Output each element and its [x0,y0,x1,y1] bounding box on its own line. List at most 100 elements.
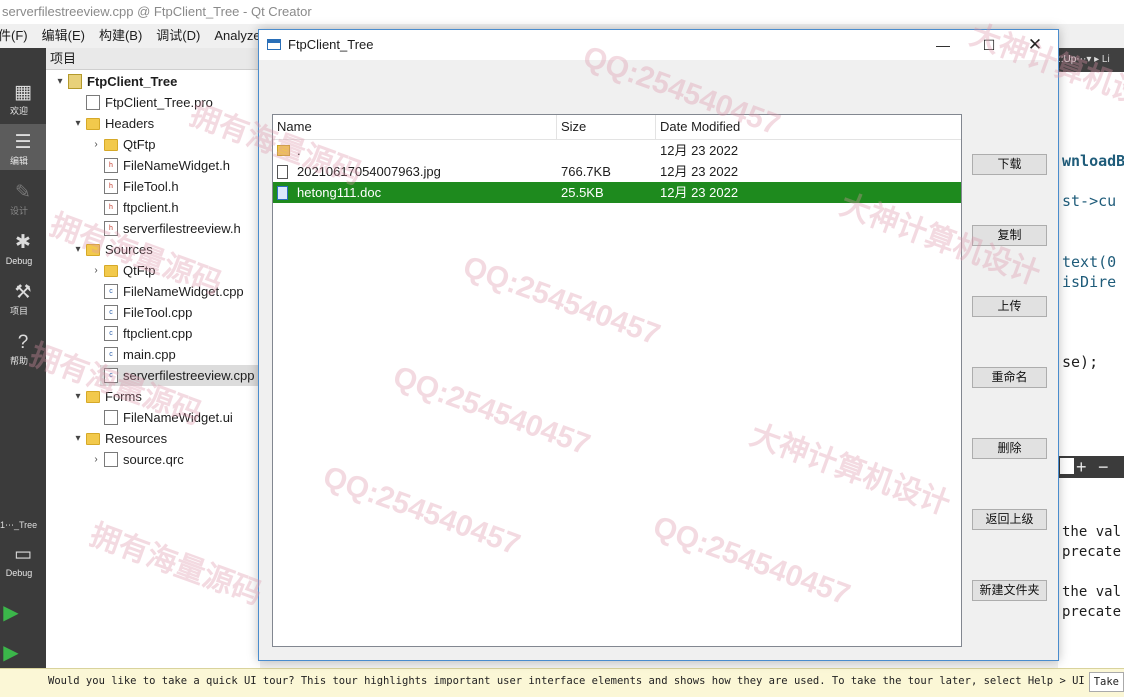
project-tree-item[interactable]: h serverfilestreeview.h [46,218,260,239]
ftp-client-dialog: FtpClient_Tree — ☐ ✕ Name Size Date Modi… [258,29,1059,661]
code-line: text(0 [1062,253,1117,271]
add-icon[interactable]: + [1076,456,1087,478]
collapsed-arrow-icon[interactable]: › [90,449,102,470]
project-tree-item[interactable]: c FileNameWidget.cpp [46,281,260,302]
download-button[interactable]: 下载 [972,154,1047,175]
file-list-header: Name Size Date Modified [273,115,961,140]
menu-build[interactable]: 构建(B) [99,24,142,48]
debug-play-icon: ▶ [3,642,19,664]
file-row[interactable]: 20210617054007963.jpg 766.7KB 12月 23 2022 [273,161,961,182]
file-size: 25.5KB [561,185,604,200]
remove-icon[interactable]: − [1098,456,1109,478]
project-tree-item[interactable]: FtpClient_Tree.pro [46,92,260,113]
new-folder-button[interactable]: 新建文件夹 [972,580,1047,601]
project-tree-item[interactable]: ▾ Resources [46,428,260,449]
project-tree-item[interactable]: h ftpclient.h [46,197,260,218]
project-tree-item-label: FtpClient_Tree [87,74,178,89]
project-tree-item-label: Resources [105,431,168,446]
expand-arrow-icon[interactable]: ▾ [72,239,84,260]
close-button[interactable]: ✕ [1012,30,1058,60]
cpp-file-icon: c [104,368,118,384]
code-line: se); [1062,353,1099,371]
ui-tour-message: Would you like to take a quick UI tour? … [48,675,1123,687]
server-file-list[interactable]: Name Size Date Modified . 12月 23 2022 2021… [272,114,962,647]
collapsed-arrow-icon[interactable]: › [90,260,102,281]
mode-edit[interactable]: ☰ 编辑 [0,124,46,170]
project-tree-item-label: ftpclient.cpp [123,326,193,341]
column-header-size[interactable]: Size [557,115,656,139]
project-tree-item-label: QtFtp [123,263,156,278]
kit-selector[interactable]: ▭ Debug [0,536,46,582]
rename-button[interactable]: 重命名 [972,367,1047,388]
menu-analyze[interactable]: Analyze [214,24,260,48]
minimize-button[interactable]: — [920,30,966,60]
project-tree-item[interactable]: h FileTool.h [46,176,260,197]
project-tree-item[interactable]: ▾ Sources [46,239,260,260]
expand-arrow-icon[interactable]: ▾ [72,428,84,449]
expand-arrow-icon[interactable]: ▾ [72,113,84,134]
debug-run-button[interactable]: ▶ [0,640,22,665]
project-tree-item[interactable]: c main.cpp [46,344,260,365]
take-tour-button[interactable]: Take [1088,672,1124,692]
mode-design[interactable]: ✎ 设计 [0,174,46,220]
project-tree-item[interactable]: ▾ Headers [46,113,260,134]
upload-button[interactable]: 上传 [972,296,1047,317]
file-icon [277,164,288,179]
menu-debug[interactable]: 调试(D) [156,24,200,48]
file-row[interactable]: . 12月 23 2022 [273,140,961,161]
project-tree-item[interactable]: ▾ Forms [46,386,260,407]
run-button[interactable]: ▶ [0,600,22,625]
close-icon: ✕ [1027,35,1043,54]
filter-box[interactable] [1060,458,1074,474]
kit-name: 1⋯_Tree [0,520,38,530]
expand-arrow-icon[interactable]: ▾ [54,71,66,92]
editor-symbol-selector[interactable]: ::Up⋯▾ ▸ Li [1058,54,1110,65]
issue-line: precate [1062,544,1122,560]
editor-tab-bar: ::Up⋯▾ ▸ Li [1058,48,1124,72]
project-tree-item[interactable]: c serverfilestreeview.cpp [100,365,260,386]
mode-help[interactable]: ? 帮助 [0,324,46,370]
project-tree-item[interactable]: h FileNameWidget.h [46,155,260,176]
menu-edit[interactable]: 编辑(E) [42,24,85,48]
code-editor[interactable] [1058,48,1124,448]
project-tree-item-label: FileNameWidget.cpp [123,284,244,299]
column-header-date[interactable]: Date Modified [656,115,961,139]
mode-projects[interactable]: ⚒ 项目 [0,274,46,320]
project-tree-item[interactable]: › QtFtp [46,134,260,155]
project-tree-item[interactable]: FileNameWidget.ui [46,407,260,428]
project-tree-item-label: serverfilestreeview.cpp [123,368,255,383]
pro-file-icon [86,95,100,111]
project-tree-item[interactable]: c FileTool.cpp [46,302,260,323]
column-header-name[interactable]: Name [273,115,557,139]
project-tree-item[interactable]: › QtFtp [46,260,260,281]
help-icon: ? [17,332,29,353]
project-panel-title: 项目 [50,51,77,66]
project-tree-item-label: serverfilestreeview.h [123,221,241,236]
collapsed-arrow-icon[interactable]: › [90,134,102,155]
file-name: . [297,143,301,158]
file-date: 12月 23 2022 [660,143,739,158]
project-tree-item-label: main.cpp [123,347,176,362]
menu-file[interactable]: 件(F) [0,24,28,48]
file-size: 766.7KB [561,164,611,179]
maximize-button[interactable]: ☐ [966,30,1012,60]
code-line: st->cu [1062,192,1117,210]
folder-icon [104,264,118,277]
project-tree: ▾ FtpClient_Tree FtpClient_Tree.pro ▾ Header… [46,70,260,668]
project-tree-item[interactable]: ▾ FtpClient_Tree [46,71,260,92]
pencil-icon: ✎ [15,182,31,203]
file-row[interactable]: hetong111.doc 25.5KB 12月 23 2022 [273,182,961,203]
project-tree-item-label: source.qrc [123,452,184,467]
play-icon: ▶ [3,602,19,624]
issues-toolbar: + − [1058,456,1124,478]
expand-arrow-icon[interactable]: ▾ [72,386,84,407]
project-tree-item-label: FileTool.cpp [123,305,193,320]
mode-welcome[interactable]: ▦ 欢迎 [0,74,46,120]
issue-line: the val [1062,524,1122,540]
copy-button[interactable]: 复制 [972,225,1047,246]
go-up-button[interactable]: 返回上级 [972,509,1047,530]
mode-debug[interactable]: ✱ Debug [0,224,46,270]
delete-button[interactable]: 删除 [972,438,1047,459]
project-tree-item[interactable]: c ftpclient.cpp [46,323,260,344]
project-tree-item[interactable]: › source.qrc [46,449,260,470]
